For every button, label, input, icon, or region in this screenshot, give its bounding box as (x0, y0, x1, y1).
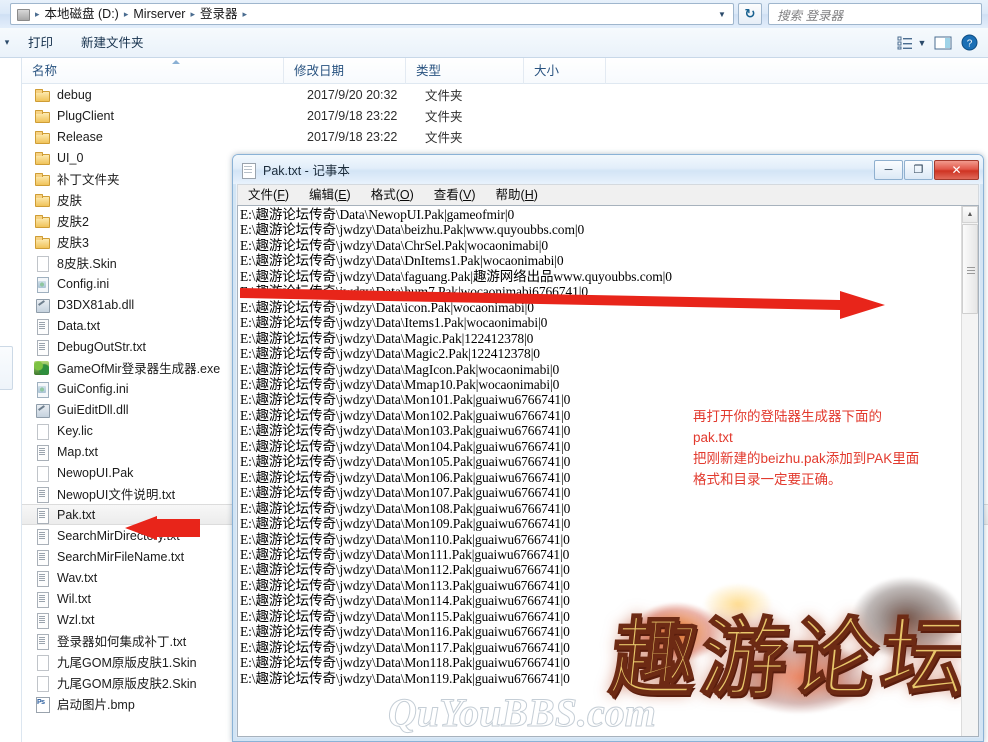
file-type: 文件夹 (425, 110, 463, 124)
notepad-vertical-scrollbar[interactable]: ▲ (961, 206, 978, 736)
menu-file[interactable]: 文件(F) (238, 186, 299, 205)
menu-format[interactable]: 格式(O) (361, 186, 424, 205)
text-file-icon (34, 507, 50, 524)
text-file-icon (34, 339, 50, 356)
print-button[interactable]: 打印 (14, 30, 67, 56)
skin-file-icon (34, 675, 50, 692)
text-file-icon (34, 591, 50, 608)
new-folder-button[interactable]: 新建文件夹 (67, 30, 158, 56)
column-header-type[interactable]: 类型 (406, 58, 524, 84)
skin-file-icon (34, 654, 50, 671)
navigation-pane (0, 58, 22, 742)
breadcrumb-mirserver[interactable]: Mirserver (130, 4, 188, 24)
nav-buttons[interactable] (0, 0, 8, 28)
lic-file-icon (34, 423, 50, 440)
crumb-separator-3[interactable]: ▸ (241, 4, 250, 24)
refresh-button[interactable]: ↻ (738, 3, 762, 25)
text-file-icon (34, 444, 50, 461)
command-bar-right: ▼ ? (896, 34, 988, 52)
column-header-row: 名称 修改日期 类型 大小 (22, 58, 988, 84)
text-file-icon (34, 633, 50, 650)
folder-icon (34, 87, 50, 103)
text-file-icon (34, 486, 50, 503)
computer-icon (15, 6, 31, 22)
file-name: debug (57, 87, 92, 102)
address-dropdown-icon[interactable]: ▼ (713, 4, 731, 24)
menu-edit[interactable]: 编辑(E) (299, 186, 361, 205)
dll-file-icon (34, 402, 50, 418)
notepad-window[interactable]: Pak.txt - 记事本 ─ ❐ ✕ 文件(F) 编辑(E) 格式(O) 查看… (232, 154, 984, 742)
column-header-name[interactable]: 名称 (22, 58, 284, 84)
view-chevron-down-icon[interactable]: ▼ (914, 38, 930, 48)
red-instruction-note: 再打开你的登陆器生成器下面的 pak.txt 把刚新建的beizhu.pak添加… (693, 409, 920, 487)
nav-pane-handle[interactable] (0, 346, 13, 390)
breadcrumb-drive[interactable]: 本地磁盘 (D:) (42, 4, 122, 24)
scrollbar-thumb[interactable] (962, 224, 978, 314)
dll-file-icon (34, 297, 50, 313)
column-header-name-label: 名称 (32, 64, 58, 78)
file-row[interactable]: PlugClient 2017/9/18 23:22 文件夹 (22, 105, 988, 126)
text-file-icon (34, 549, 50, 566)
text-file-icon (34, 612, 50, 629)
folder-icon (34, 129, 50, 145)
folder-icon (34, 150, 50, 166)
folder-icon (34, 213, 50, 229)
text-file-icon (34, 570, 50, 587)
pak-file-icon (34, 465, 50, 482)
maximize-button[interactable]: ❐ (904, 159, 933, 180)
minimize-button[interactable]: ─ (874, 159, 903, 180)
folder-icon (34, 192, 50, 208)
skin-file-icon (34, 255, 50, 272)
notepad-title-text: Pak.txt - 记事本 (263, 164, 350, 178)
exe-file-icon (34, 360, 50, 376)
folder-icon (34, 234, 50, 250)
menu-view[interactable]: 查看(V) (424, 186, 486, 205)
file-type: 文件夹 (425, 89, 463, 103)
scroll-up-arrow-icon[interactable]: ▲ (962, 206, 978, 223)
sort-ascending-icon (172, 60, 180, 64)
crumb-separator-2[interactable]: ▸ (188, 4, 197, 24)
search-input[interactable]: 搜索 登录器 (768, 3, 982, 25)
file-date: 2017/9/18 23:22 (307, 108, 398, 123)
notepad-icon (241, 162, 257, 179)
bmp-file-icon (34, 696, 50, 713)
text-file-icon (34, 318, 50, 335)
menu-help[interactable]: 帮助(H) (486, 186, 548, 205)
address-breadcrumb-box[interactable]: ▸ 本地磁盘 (D:) ▸ Mirserver ▸ 登录器 ▸ ▼ (10, 3, 734, 25)
file-date: 2017/9/20 20:32 (307, 87, 398, 102)
ini-file-icon (34, 381, 50, 398)
file-row[interactable]: Release 2017/9/18 23:22 文件夹 (22, 126, 988, 147)
help-icon[interactable]: ? (956, 34, 982, 52)
crumb-separator-1[interactable]: ▸ (122, 4, 131, 24)
crumb-separator-0: ▸ (35, 9, 40, 19)
file-row[interactable]: debug 2017/9/20 20:32 文件夹 (22, 84, 988, 105)
file-date: 2017/9/18 23:22 (307, 129, 398, 144)
window-controls: ─ ❐ ✕ (873, 159, 983, 180)
command-bar: ▾ 打印 新建文件夹 ▼ ? (0, 28, 988, 58)
breadcrumb-denglu[interactable]: 登录器 (197, 4, 241, 24)
file-type: 文件夹 (425, 131, 463, 145)
notepad-text-area[interactable]: E:\趣游论坛传奇\Data\NewopUI.Pak|gameofmir|0 E… (237, 205, 979, 737)
address-bar: ▸ 本地磁盘 (D:) ▸ Mirserver ▸ 登录器 ▸ ▼ ↻ 搜索 登… (0, 0, 988, 28)
change-view-icon[interactable] (896, 34, 914, 52)
close-button[interactable]: ✕ (934, 159, 979, 180)
file-name: PlugClient (57, 108, 114, 123)
folder-icon (34, 108, 50, 124)
text-file-icon (34, 528, 50, 545)
scrollbar-grip (967, 267, 975, 268)
folder-icon (34, 171, 50, 187)
notepad-title-bar[interactable]: Pak.txt - 记事本 ─ ❐ ✕ (233, 155, 983, 184)
site-watermark-text: QuYouBBS.com (388, 690, 657, 736)
preview-pane-icon[interactable] (930, 34, 956, 52)
ini-file-icon (34, 276, 50, 293)
column-header-size[interactable]: 大小 (524, 58, 606, 84)
organize-chevron-icon[interactable]: ▾ (0, 37, 14, 48)
notepad-menu-bar: 文件(F) 编辑(E) 格式(O) 查看(V) 帮助(H) (237, 184, 979, 205)
column-header-date[interactable]: 修改日期 (284, 58, 406, 84)
svg-text:?: ? (966, 39, 972, 50)
file-name: Release (57, 129, 103, 144)
